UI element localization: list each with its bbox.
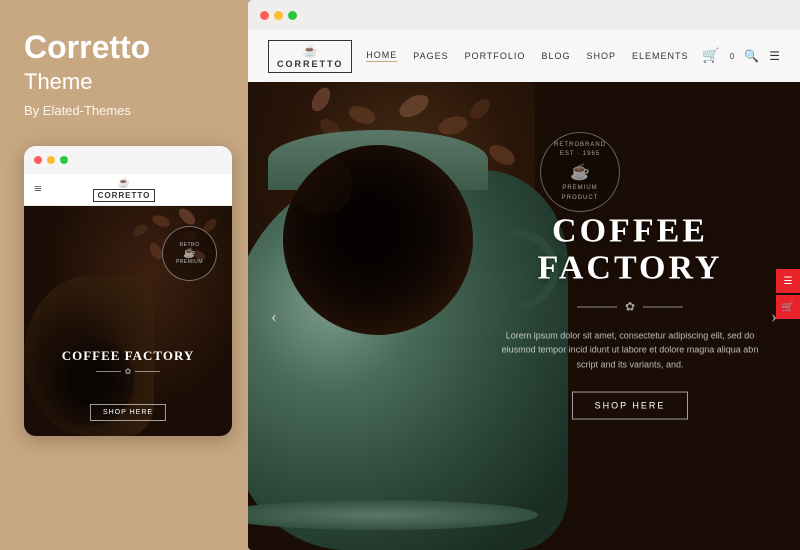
mobile-brand-badge: RETRO ☕ PREMIUM xyxy=(162,226,217,281)
mobile-shop-button[interactable]: SHOP HERE xyxy=(90,404,166,421)
hero-content: COFFEE FACTORY ✿ Lorem ipsum dolor sit a… xyxy=(500,213,760,420)
mobile-hero-title: COFFEE FACTORY xyxy=(24,348,232,364)
mobile-divider: ✿ xyxy=(24,367,232,376)
desktop-nav-links: HOME PAGES PORTFOLIO BLOG SHOP ELEMENTS xyxy=(366,50,688,62)
nav-link-elements[interactable]: ELEMENTS xyxy=(632,51,689,61)
theme-subtitle: Theme xyxy=(24,69,92,95)
nav-link-portfolio[interactable]: PORTFOLIO xyxy=(465,51,526,61)
mobile-logo-text: CORRETTO xyxy=(93,189,156,202)
cart-icon[interactable]: 🛒 xyxy=(702,48,719,65)
nav-link-pages[interactable]: PAGES xyxy=(413,51,448,61)
hero-badge-est: EST · 1965 xyxy=(560,150,600,160)
desktop-dot-red[interactable] xyxy=(260,11,269,20)
mobile-dot-yellow xyxy=(47,156,55,164)
mobile-mockup: ≡ ☕ CORRETTO xyxy=(24,146,232,436)
desktop-logo-text: CORRETTO xyxy=(277,59,343,69)
mobile-dot-red xyxy=(34,156,42,164)
hero-shop-button[interactable]: SHOP HERE xyxy=(572,391,689,419)
desktop-logo-icon: ☕ xyxy=(303,44,318,59)
hero-badge-product: PRODUCT xyxy=(562,194,599,204)
mobile-hamburger-icon[interactable]: ≡ xyxy=(34,182,42,198)
nav-link-home[interactable]: HOME xyxy=(366,50,397,62)
red-sidebar: ☰ 🛒 xyxy=(776,269,800,319)
desktop-dot-yellow[interactable] xyxy=(274,11,283,20)
menu-icon[interactable]: ☰ xyxy=(769,49,780,64)
hero-brand-badge: RETROBRAND EST · 1965 ☕ PREMIUM PRODUCT xyxy=(540,132,620,212)
mobile-nav: ≡ ☕ CORRETTO xyxy=(24,174,232,206)
theme-by: By Elated-Themes xyxy=(24,103,131,118)
hero-description: Lorem ipsum dolor sit amet, consectetur … xyxy=(500,328,760,371)
red-btn-1[interactable]: ☰ xyxy=(776,269,800,293)
hero-prev-arrow[interactable]: ‹ xyxy=(262,304,286,328)
mobile-hero: RETRO ☕ PREMIUM COFFEE FACTORY ✿ SHOP HE… xyxy=(24,206,232,436)
desktop-nav: ☕ CORRETTO HOME PAGES PORTFOLIO BLOG SHO… xyxy=(248,30,800,82)
left-panel: Corretto Theme By Elated-Themes ≡ ☕ CORR… xyxy=(0,0,248,550)
desktop-mockup: ☕ CORRETTO HOME PAGES PORTFOLIO BLOG SHO… xyxy=(248,0,800,550)
hero-badge-premium: PREMIUM xyxy=(562,184,597,194)
mobile-logo: ☕ CORRETTO xyxy=(93,178,156,202)
hero-divider-line-left xyxy=(577,306,617,307)
mobile-divider-icon: ✿ xyxy=(125,367,132,376)
desktop-browser-bar xyxy=(248,0,800,30)
hero-badge-retrobrand: RETROBRAND xyxy=(554,141,606,151)
red-btn-2[interactable]: 🛒 xyxy=(776,295,800,319)
mobile-logo-icon: ☕ xyxy=(118,178,130,189)
cart-count: 0 xyxy=(730,52,734,61)
desktop-hero: RETROBRAND EST · 1965 ☕ PREMIUM PRODUCT … xyxy=(248,82,800,550)
nav-link-blog[interactable]: BLOG xyxy=(541,51,570,61)
mobile-browser-bar xyxy=(24,146,232,174)
hero-divider-icon: ✿ xyxy=(625,299,635,314)
desktop-nav-right: 🛒 0 🔍 ☰ xyxy=(702,48,780,65)
search-icon[interactable]: 🔍 xyxy=(744,49,759,64)
desktop-logo[interactable]: ☕ CORRETTO xyxy=(268,40,352,73)
hero-title: COFFEE FACTORY xyxy=(500,213,760,288)
hero-divider: ✿ xyxy=(500,299,760,314)
desktop-dot-green[interactable] xyxy=(288,11,297,20)
hero-badge-icon: ☕ xyxy=(570,162,590,182)
hero-divider-line-right xyxy=(643,306,683,307)
nav-link-shop[interactable]: SHOP xyxy=(586,51,616,61)
mobile-dot-green xyxy=(60,156,68,164)
theme-title: Corretto xyxy=(24,30,150,65)
